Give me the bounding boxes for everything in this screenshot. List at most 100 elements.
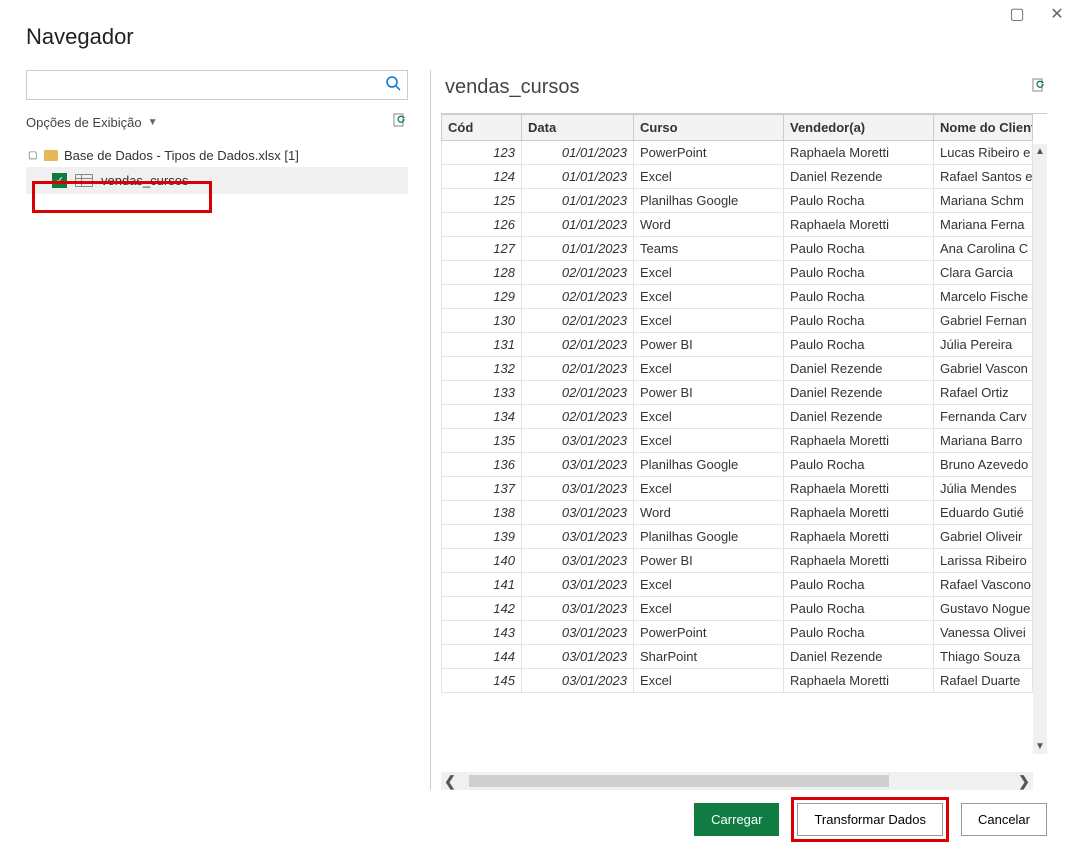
cell-vendedor: Raphaela Moretti <box>784 669 934 693</box>
cell-data: 03/01/2023 <box>522 477 634 501</box>
cell-cliente: Fernanda Carv <box>934 405 1033 429</box>
table-row[interactable]: 12701/01/2023TeamsPaulo RochaAna Carolin… <box>442 237 1033 261</box>
col-header-curso[interactable]: Curso <box>634 115 784 141</box>
col-header-cod[interactable]: Cód <box>442 115 522 141</box>
cell-vendedor: Daniel Rezende <box>784 381 934 405</box>
cell-cod: 132 <box>442 357 522 381</box>
cell-data: 01/01/2023 <box>522 237 634 261</box>
transform-data-button[interactable]: Transformar Dados <box>797 803 943 836</box>
cell-data: 03/01/2023 <box>522 621 634 645</box>
table-row[interactable]: 14203/01/2023ExcelPaulo RochaGustavo Nog… <box>442 597 1033 621</box>
scroll-right-icon[interactable]: ❯ <box>1015 773 1033 790</box>
col-header-cliente[interactable]: Nome do Cliente <box>934 115 1033 141</box>
scroll-thumb[interactable] <box>469 775 889 787</box>
tree-file-node[interactable]: ▢ Base de Dados - Tipos de Dados.xlsx [1… <box>26 144 408 167</box>
checkbox-checked-icon[interactable]: ✓ <box>52 173 67 188</box>
cell-cod: 134 <box>442 405 522 429</box>
table-row[interactable]: 12301/01/2023PowerPointRaphaela MorettiL… <box>442 141 1033 165</box>
cell-vendedor: Paulo Rocha <box>784 237 934 261</box>
table-row[interactable]: 13603/01/2023Planilhas GooglePaulo Rocha… <box>442 453 1033 477</box>
table-row[interactable]: 13002/01/2023ExcelPaulo RochaGabriel Fer… <box>442 309 1033 333</box>
cell-curso: Excel <box>634 429 784 453</box>
table-row[interactable]: 12802/01/2023ExcelPaulo RochaClara Garci… <box>442 261 1033 285</box>
cell-cliente: Gabriel Fernan <box>934 309 1033 333</box>
cell-data: 02/01/2023 <box>522 261 634 285</box>
table-row[interactable]: 12501/01/2023Planilhas GooglePaulo Rocha… <box>442 189 1033 213</box>
cell-cliente: Vanessa Olivei <box>934 621 1033 645</box>
cell-cod: 139 <box>442 525 522 549</box>
cell-data: 03/01/2023 <box>522 573 634 597</box>
minimize-icon[interactable]: ▢ <box>1007 4 1027 24</box>
table-row[interactable]: 13302/01/2023Power BIDaniel RezendeRafae… <box>442 381 1033 405</box>
cell-vendedor: Daniel Rezende <box>784 165 934 189</box>
col-header-data[interactable]: Data <box>522 115 634 141</box>
scroll-left-icon[interactable]: ❮ <box>441 773 459 790</box>
table-row[interactable]: 13503/01/2023ExcelRaphaela MorettiMarian… <box>442 429 1033 453</box>
table-row[interactable]: 14403/01/2023SharPointDaniel RezendeThia… <box>442 645 1033 669</box>
col-header-vendedor[interactable]: Vendedor(a) <box>784 115 934 141</box>
scroll-up-icon[interactable]: ▲ <box>1035 146 1045 157</box>
table-row[interactable]: 13102/01/2023Power BIPaulo RochaJúlia Pe… <box>442 333 1033 357</box>
cell-vendedor: Daniel Rezende <box>784 405 934 429</box>
cell-cliente: Mariana Barro <box>934 429 1033 453</box>
cell-curso: Planilhas Google <box>634 525 784 549</box>
cell-vendedor: Paulo Rocha <box>784 309 934 333</box>
cell-vendedor: Raphaela Moretti <box>784 213 934 237</box>
cell-cod: 138 <box>442 501 522 525</box>
cell-data: 03/01/2023 <box>522 669 634 693</box>
scroll-down-icon[interactable]: ▼ <box>1035 741 1045 752</box>
cell-cod: 127 <box>442 237 522 261</box>
preview-title: vendas_cursos <box>445 76 580 99</box>
table-row[interactable]: 13703/01/2023ExcelRaphaela MorettiJúlia … <box>442 477 1033 501</box>
cell-curso: Excel <box>634 669 784 693</box>
display-options-dropdown[interactable]: Opções de Exibição ▼ <box>26 115 158 130</box>
table-row[interactable]: 12401/01/2023ExcelDaniel RezendeRafael S… <box>442 165 1033 189</box>
table-row[interactable]: 14303/01/2023PowerPointPaulo RochaVaness… <box>442 621 1033 645</box>
table-row[interactable]: 13803/01/2023WordRaphaela MorettiEduardo… <box>442 501 1033 525</box>
cell-data: 03/01/2023 <box>522 645 634 669</box>
cell-cod: 143 <box>442 621 522 645</box>
table-row[interactable]: 12601/01/2023WordRaphaela MorettiMariana… <box>442 213 1033 237</box>
chevron-down-icon: ▼ <box>148 117 158 128</box>
search-icon[interactable] <box>379 75 407 96</box>
cell-cliente: Júlia Pereira <box>934 333 1033 357</box>
preview-refresh-icon[interactable] <box>1031 78 1047 97</box>
tree-table-node[interactable]: ✓ vendas_cursos <box>26 167 408 194</box>
load-button[interactable]: Carregar <box>694 803 779 836</box>
tree-table-label: vendas_cursos <box>101 173 188 188</box>
cell-cliente: Rafael Vascono <box>934 573 1033 597</box>
cell-vendedor: Daniel Rezende <box>784 645 934 669</box>
table-row[interactable]: 13402/01/2023ExcelDaniel RezendeFernanda… <box>442 405 1033 429</box>
cell-vendedor: Daniel Rezende <box>784 357 934 381</box>
cell-curso: Word <box>634 501 784 525</box>
cell-curso: Word <box>634 213 784 237</box>
search-box[interactable] <box>26 70 408 100</box>
cell-cod: 135 <box>442 429 522 453</box>
cancel-button[interactable]: Cancelar <box>961 803 1047 836</box>
cell-cliente: Bruno Azevedo <box>934 453 1033 477</box>
highlight-annotation: Transformar Dados <box>791 797 949 842</box>
table-row[interactable]: 14003/01/2023Power BIRaphaela MorettiLar… <box>442 549 1033 573</box>
cell-data: 01/01/2023 <box>522 189 634 213</box>
cell-data: 03/01/2023 <box>522 429 634 453</box>
search-input[interactable] <box>27 71 379 99</box>
cell-cliente: Rafael Duarte <box>934 669 1033 693</box>
cell-data: 02/01/2023 <box>522 405 634 429</box>
table-row[interactable]: 14503/01/2023ExcelRaphaela MorettiRafael… <box>442 669 1033 693</box>
refresh-icon[interactable] <box>392 113 408 132</box>
cell-cod: 133 <box>442 381 522 405</box>
table-row[interactable]: 13202/01/2023ExcelDaniel RezendeGabriel … <box>442 357 1033 381</box>
cell-vendedor: Paulo Rocha <box>784 573 934 597</box>
table-row[interactable]: 14103/01/2023ExcelPaulo RochaRafael Vasc… <box>442 573 1033 597</box>
table-row[interactable]: 13903/01/2023Planilhas GoogleRaphaela Mo… <box>442 525 1033 549</box>
cell-cliente: Thiago Souza <box>934 645 1033 669</box>
cell-data: 03/01/2023 <box>522 453 634 477</box>
close-icon[interactable]: ✕ <box>1047 4 1067 24</box>
vertical-scrollbar[interactable]: ▲ ▼ <box>1033 144 1047 754</box>
cell-data: 01/01/2023 <box>522 165 634 189</box>
tree-file-label: Base de Dados - Tipos de Dados.xlsx [1] <box>64 148 299 163</box>
cell-curso: Power BI <box>634 333 784 357</box>
table-row[interactable]: 12902/01/2023ExcelPaulo RochaMarcelo Fis… <box>442 285 1033 309</box>
horizontal-scrollbar[interactable]: ❮ ❯ <box>441 772 1033 790</box>
cell-curso: Excel <box>634 165 784 189</box>
